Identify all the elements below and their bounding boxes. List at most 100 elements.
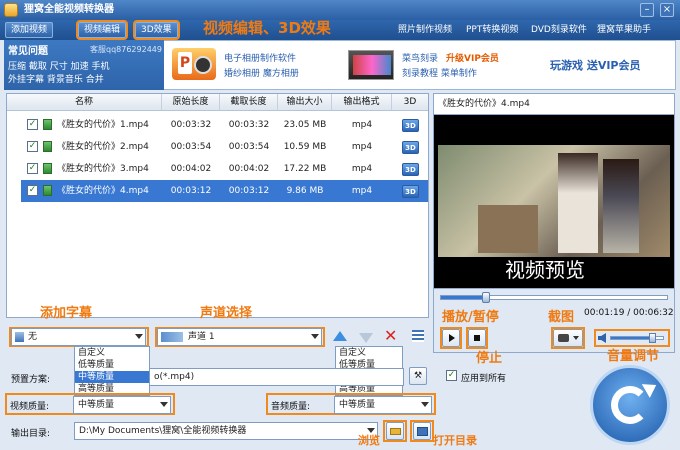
dropdown-option[interactable]: 自定义 xyxy=(75,347,149,359)
table-row-selected[interactable]: ✓ 《胜女的代价》4.mp4 00:03:12 00:03:12 9.86 MB… xyxy=(21,180,428,202)
row-checkbox[interactable]: ✓ xyxy=(27,185,38,196)
row-checkbox[interactable]: ✓ xyxy=(27,163,38,174)
convert-button[interactable] xyxy=(590,365,670,445)
faq-title[interactable]: 常见问题 xyxy=(8,42,48,57)
preset-label: 预置方案: xyxy=(11,375,51,385)
stop-icon xyxy=(474,335,480,341)
delete-icon[interactable]: ✕ xyxy=(384,328,397,344)
table-row[interactable]: ✓ 《胜女的代价》1.mp4 00:03:32 00:03:32 23.05 M… xyxy=(7,114,428,136)
3d-effect-icon[interactable]: 3D xyxy=(402,119,419,132)
faq-links-2[interactable]: 外挂字幕 背景音乐 合并 xyxy=(8,72,104,85)
video-quality-select[interactable]: 中等质量 xyxy=(73,396,171,414)
audio-annotation: 声道选择 xyxy=(200,306,253,321)
volume-annotation: 音量调节 xyxy=(607,349,660,364)
col-name[interactable]: 名称 xyxy=(7,94,162,111)
open-dir-button[interactable] xyxy=(413,422,431,440)
3d-effect-icon[interactable]: 3D xyxy=(402,163,419,176)
dvd-burn-link[interactable]: DVD刻录软件 xyxy=(531,24,587,36)
subtitle-value: 无 xyxy=(28,332,38,342)
album-software-link[interactable]: 电子相册制作软件 xyxy=(224,51,296,64)
cut-length: 00:04:02 xyxy=(228,164,270,174)
dropdown-option[interactable]: 低等质量 xyxy=(75,359,149,371)
output-format: mp4 xyxy=(351,142,373,152)
dropdown-option[interactable]: 自定义 xyxy=(336,347,402,359)
audio-quality-highlight: 音频质量: 中等质量 xyxy=(266,393,436,415)
play-pause-button[interactable] xyxy=(442,329,460,347)
col-output-format[interactable]: 输出格式 xyxy=(332,94,392,111)
volume-highlight xyxy=(594,329,670,347)
stop-annotation: 停止 xyxy=(476,351,503,366)
browse-highlight xyxy=(383,420,407,442)
audio-quality-select[interactable]: 中等质量 xyxy=(334,396,432,414)
col-3d[interactable]: 3D xyxy=(392,94,428,111)
file-name: 《胜女的代价》3.mp4 xyxy=(57,164,149,174)
video-file-icon xyxy=(43,119,52,130)
burn-link[interactable]: 菜鸟刻录 xyxy=(402,51,438,64)
burn-tutorial-link[interactable]: 刻录教程 菜单制作 xyxy=(402,66,477,79)
add-video-button[interactable]: 添加视频 xyxy=(5,22,54,38)
volume-slider[interactable] xyxy=(610,333,664,343)
dropdown-option-selected[interactable]: 中等质量 xyxy=(75,371,149,383)
audio-track-select[interactable]: 声道 1 xyxy=(157,328,322,346)
video-file-icon xyxy=(43,163,52,174)
faq-panel: 常见问题 客服qq876292449 压缩 截取 尺寸 加速 手机 外挂字幕 背… xyxy=(4,40,164,90)
wedding-album-link[interactable]: 婚纱相册 魔方相册 xyxy=(224,66,299,79)
file-name: 《胜女的代价》2.mp4 xyxy=(57,142,149,152)
edit-video-button[interactable]: 视频编辑 xyxy=(75,20,129,40)
col-orig-length[interactable]: 原始长度 xyxy=(162,94,220,111)
col-cut-length[interactable]: 截取长度 xyxy=(220,94,278,111)
chevron-down-icon xyxy=(311,334,319,339)
output-dir-field[interactable]: D:\My Documents\狸窝\全能视频转换器 xyxy=(74,422,378,440)
output-size: 10.59 MB xyxy=(283,142,327,152)
move-up-icon[interactable] xyxy=(333,331,347,341)
ppt-video-link[interactable]: PPT转换视频 xyxy=(466,24,518,36)
file-name: 《胜女的代价》1.mp4 xyxy=(57,120,149,130)
3d-effect-icon[interactable]: 3D xyxy=(402,185,419,198)
orig-length: 00:03:54 xyxy=(170,142,212,152)
orig-length: 00:04:02 xyxy=(170,164,212,174)
faq-links-1[interactable]: 压缩 截取 尺寸 加速 手机 xyxy=(8,59,109,72)
video-quality-highlight: 视频质量: 中等质量 xyxy=(5,393,175,415)
volume-handle[interactable] xyxy=(649,333,656,343)
apply-all-checkbox[interactable]: ✓ xyxy=(446,370,457,381)
open-folder-icon xyxy=(417,427,428,436)
preview-overlay-text: 视频预览 xyxy=(505,258,585,282)
row-checkbox[interactable]: ✓ xyxy=(27,141,38,152)
speaker-icon xyxy=(598,333,606,343)
table-row[interactable]: ✓ 《胜女的代价》3.mp4 00:04:02 00:04:02 17.22 M… xyxy=(7,158,428,180)
toolbar: 添加视频 视频编辑 3D效果 视频编辑、3D效果 照片制作视频 PPT转换视频 … xyxy=(0,20,680,40)
browse-button[interactable] xyxy=(386,422,404,440)
preset-settings-button[interactable]: ⚒ xyxy=(409,367,427,385)
edit-3d-annotation: 视频编辑、3D效果 xyxy=(203,19,331,37)
output-size: 17.22 MB xyxy=(283,164,327,174)
preset-select[interactable]: o(*.mp4) xyxy=(150,368,404,386)
subtitle-select[interactable]: 无 xyxy=(11,328,146,346)
upgrade-vip-link[interactable]: 升级VIP会员 xyxy=(446,51,499,64)
seek-bar[interactable] xyxy=(440,292,668,303)
col-output-size[interactable]: 输出大小 xyxy=(278,94,332,111)
chevron-down-icon xyxy=(160,402,168,407)
move-down-icon[interactable] xyxy=(359,333,373,343)
row-checkbox[interactable]: ✓ xyxy=(27,119,38,130)
minimize-button[interactable]: – xyxy=(640,3,654,17)
cut-length: 00:03:12 xyxy=(228,186,270,196)
stop-highlight xyxy=(466,327,488,349)
game-vip-link[interactable]: 玩游戏 送VIP会员 xyxy=(550,57,641,73)
output-format: mp4 xyxy=(351,120,373,130)
stop-button[interactable] xyxy=(468,329,486,347)
orig-length: 00:03:12 xyxy=(170,186,212,196)
close-button[interactable]: × xyxy=(660,3,674,17)
photo-video-link[interactable]: 照片制作视频 xyxy=(398,24,452,36)
app-logo-icon xyxy=(4,3,18,17)
folder-icon xyxy=(390,428,401,435)
3d-effect-icon[interactable]: 3D xyxy=(402,141,419,154)
snapshot-button[interactable] xyxy=(553,329,583,347)
seek-handle[interactable] xyxy=(482,292,491,303)
effect-3d-button[interactable]: 3D效果 xyxy=(133,20,180,40)
orig-length: 00:03:32 xyxy=(170,120,212,130)
play-pause-highlight xyxy=(440,327,462,349)
apply-all-label: 应用到所有 xyxy=(461,374,507,384)
apple-helper-link[interactable]: 狸窝苹果助手 xyxy=(597,24,651,36)
table-row[interactable]: ✓ 《胜女的代价》2.mp4 00:03:54 00:03:54 10.59 M… xyxy=(7,136,428,158)
list-settings-icon[interactable] xyxy=(412,330,424,342)
